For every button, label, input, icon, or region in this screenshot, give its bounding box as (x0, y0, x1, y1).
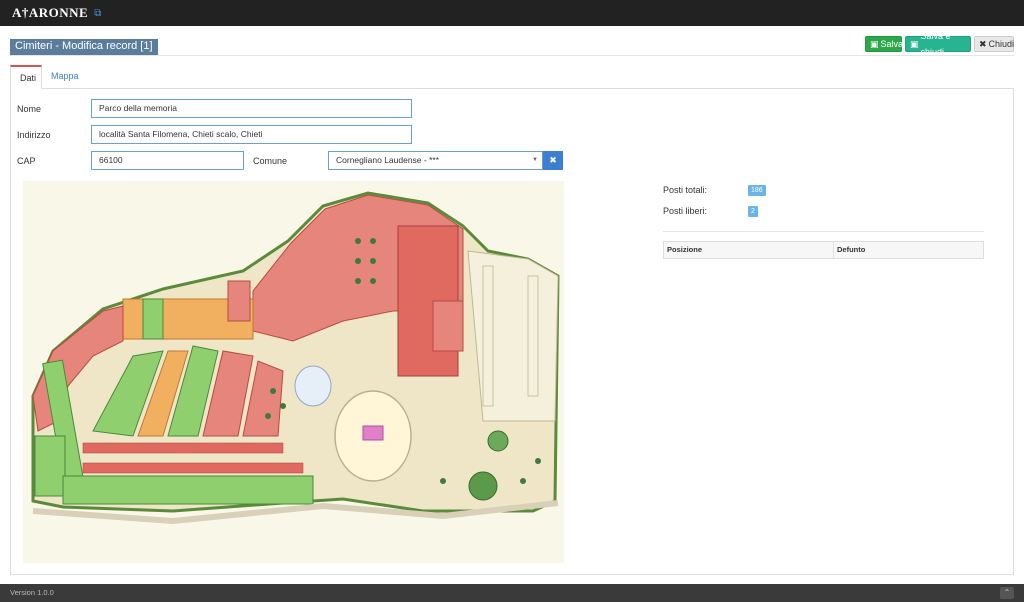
cap-field[interactable]: 66100 (91, 151, 244, 170)
posti-totali-label: Posti totali: (663, 185, 708, 195)
tab-mappa[interactable]: Mappa (42, 65, 88, 89)
footer: Version 1.0.0 ⌃ (0, 584, 1024, 602)
nome-field[interactable]: Parco della memoria (91, 99, 412, 118)
top-navbar: A†ARONNE ⧉ (0, 0, 1024, 26)
cemetery-plan-drawing (23, 181, 564, 563)
close-button-label: Chiudi (988, 39, 1015, 49)
page-header: Cimiteri - Modifica record [1] ▣ Salva ▣… (10, 31, 1014, 57)
external-link-icon[interactable]: ⧉ (94, 8, 101, 19)
close-icon: ✖ (549, 155, 557, 165)
chevron-down-icon: ▼ (532, 157, 538, 163)
save-and-close-button-label: Salva e chiudi (920, 31, 951, 57)
save-and-close-button[interactable]: ▣ Salva e chiudi (905, 31, 971, 57)
column-header-defunto[interactable]: Defunto (834, 242, 983, 258)
posti-totali-badge: 186 (748, 185, 766, 196)
version-text: Version 1.0.0 (10, 588, 54, 597)
scroll-to-top-button[interactable]: ⌃ (1000, 587, 1014, 599)
floppy-icon: ▣ (910, 39, 919, 49)
tab-bar: Dati Mappa (10, 65, 1014, 89)
chevron-up-icon: ⌃ (1003, 588, 1011, 597)
floppy-icon: ▣ (870, 39, 879, 49)
posti-liberi-badge: 2 (748, 206, 758, 217)
app-logo[interactable]: A†ARONNE (12, 5, 88, 21)
cap-label: CAP (17, 156, 36, 166)
divider (663, 231, 984, 232)
x-icon: ✖ (979, 39, 987, 49)
save-button-label: Salva (880, 39, 904, 49)
nome-label: Nome (17, 104, 42, 114)
column-header-posizione[interactable]: Posizione (664, 242, 834, 258)
indirizzo-label: Indirizzo (17, 130, 51, 140)
close-button[interactable]: ✖ Chiudi (974, 36, 1014, 52)
comune-clear-button[interactable]: ✖ (543, 151, 563, 170)
indirizzo-field[interactable]: località Santa Filomena, Chieti scalo, C… (91, 125, 412, 144)
comune-label: Comune (253, 156, 288, 166)
cemetery-map-image[interactable] (23, 181, 564, 563)
page-title: Cimiteri - Modifica record [1] (10, 39, 158, 55)
comune-select[interactable]: Cornegliano Laudense - *** ▼ (328, 151, 543, 170)
posti-liberi-label: Posti liberi: (663, 206, 708, 216)
save-button[interactable]: ▣ Salva (865, 36, 904, 52)
comune-select-value: Cornegliano Laudense - *** (336, 155, 440, 165)
burials-table-header: Posizione Defunto (663, 241, 984, 259)
tab-dati[interactable]: Dati (10, 65, 42, 89)
